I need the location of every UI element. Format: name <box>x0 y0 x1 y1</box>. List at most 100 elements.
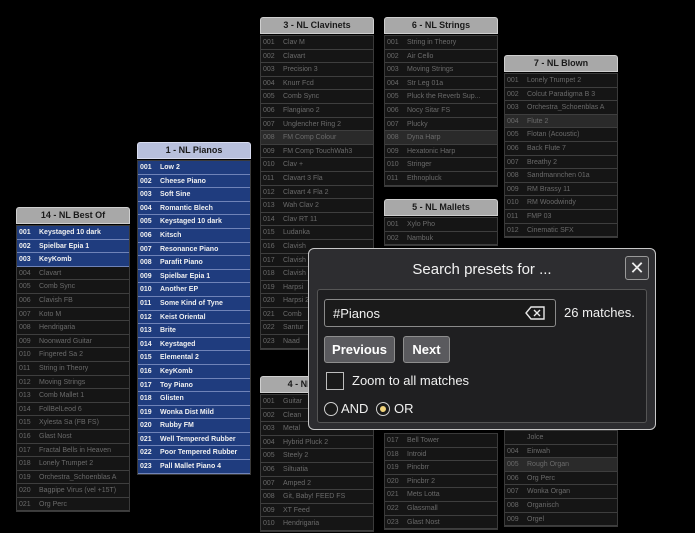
close-button[interactable]: ✕ <box>625 256 649 280</box>
preset-row[interactable]: 010 Clav + <box>261 158 373 172</box>
preset-row[interactable]: 002 Colcut Paradigma B 3 <box>505 87 617 102</box>
preset-row[interactable]: 004 Hybrid Pluck 2 <box>261 435 373 450</box>
preset-row[interactable]: 003 Orchestra_Schoenblas A <box>505 101 617 115</box>
preset-row[interactable]: 003 KeyKomb <box>17 253 129 267</box>
preset-row[interactable]: 006 Siltuatia <box>261 462 373 477</box>
preset-row[interactable]: 007 Resonance Piano <box>138 242 250 257</box>
preset-row[interactable]: 006 Back Flute 7 <box>505 141 617 156</box>
preset-row[interactable]: 015 Ludanka <box>261 226 373 240</box>
column-title[interactable]: 1 - NL Pianos <box>137 142 251 159</box>
preset-row[interactable]: 022 Glassmall <box>385 501 497 516</box>
preset-row[interactable]: 014 Clav RT 11 <box>261 212 373 227</box>
preset-row[interactable]: 001 String in Theory <box>385 36 497 50</box>
preset-row[interactable]: 002 Cheese Piano <box>138 174 250 189</box>
preset-row[interactable]: 010 Stringer <box>385 158 497 172</box>
preset-row[interactable]: 022 Poor Tempered Rubber <box>138 446 250 461</box>
preset-row[interactable]: 002 Air Cello <box>385 49 497 64</box>
preset-row[interactable]: 009 RM Brassy 11 <box>505 182 617 197</box>
preset-row[interactable]: 016 Glast Nost <box>17 429 129 444</box>
preset-row[interactable]: 020 Bagpipe Virus (vel +15T) <box>17 484 129 498</box>
preset-row[interactable]: 010 Another EP <box>138 283 250 297</box>
preset-row[interactable]: 018 Glisten <box>138 392 250 406</box>
preset-row[interactable]: 012 Cinematic SFX <box>505 223 617 238</box>
preset-row[interactable]: 012 Moving Strings <box>17 375 129 390</box>
preset-row[interactable]: 019 Wonka Dist Mild <box>138 405 250 420</box>
preset-row[interactable]: 021 Well Tempered Rubber <box>138 432 250 447</box>
preset-row[interactable]: 005 Pluck the Reverb Sup... <box>385 90 497 104</box>
preset-row[interactable]: 004 Str Leg 01a <box>385 76 497 91</box>
preset-row[interactable]: 005 Rough Organ <box>505 458 617 472</box>
preset-row[interactable]: 014 Keystaged <box>138 337 250 352</box>
column-title[interactable]: 6 - NL Strings <box>384 17 498 34</box>
search-input[interactable]: #Pianos <box>324 299 556 327</box>
preset-row[interactable]: 001 Low 2 <box>138 161 250 175</box>
preset-row[interactable]: 005 Flotan (Acoustic) <box>505 128 617 142</box>
preset-row[interactable]: 006 Kitsch <box>138 228 250 243</box>
preset-row[interactable]: 008 FM Comp Colour <box>261 131 373 145</box>
or-radio[interactable] <box>376 402 390 416</box>
preset-row[interactable]: 007 Unglencher Ring 2 <box>261 117 373 132</box>
preset-row[interactable]: 018 Lonely Trumpet 2 <box>17 457 129 471</box>
preset-row[interactable]: 023 Pall Mallet Piano 4 <box>138 460 250 474</box>
preset-row[interactable]: 007 Breathy 2 <box>505 155 617 170</box>
previous-button[interactable]: Previous <box>324 336 395 363</box>
preset-row[interactable]: 009 Orgel <box>505 512 617 527</box>
preset-row[interactable]: 010 Hendrigaria <box>261 517 373 531</box>
preset-row[interactable]: 006 Clavish FB <box>17 293 129 308</box>
preset-row[interactable]: 003 Precision 3 <box>261 63 373 77</box>
preset-row[interactable]: 023 Glast Nost <box>385 515 497 530</box>
preset-row[interactable]: 001 Xylo Pho <box>385 218 497 232</box>
preset-row[interactable]: 017 Toy Piano <box>138 378 250 393</box>
preset-row[interactable]: 021 Org Perc <box>17 497 129 512</box>
preset-row[interactable]: 008 Sandmannchen 01a <box>505 169 617 183</box>
preset-row[interactable]: 002 Clavart <box>261 49 373 64</box>
preset-row[interactable]: 019 Orchestra_Schoenblas A <box>17 470 129 485</box>
preset-row[interactable]: 001 Clav M <box>261 36 373 50</box>
preset-row[interactable]: 013 Brite <box>138 324 250 338</box>
preset-row[interactable]: 018 Introid <box>385 447 497 462</box>
preset-row[interactable]: 002 Spielbar Epia 1 <box>17 239 129 254</box>
preset-row[interactable]: 011 Some Kind of Tyne <box>138 296 250 311</box>
preset-row[interactable]: 013 Wah Clav 2 <box>261 199 373 213</box>
clear-search-icon[interactable] <box>525 306 545 320</box>
preset-row[interactable]: 019 Pincbrr <box>385 461 497 475</box>
preset-row[interactable]: 003 Soft Sine <box>138 188 250 202</box>
preset-row[interactable]: 007 Amped 2 <box>261 476 373 491</box>
preset-row[interactable]: 001 Lonely Trumpet 2 <box>505 74 617 88</box>
column-title[interactable]: 14 - NL Best Of <box>16 207 130 224</box>
column-title[interactable]: 3 - NL Clavinets <box>260 17 374 34</box>
preset-row[interactable]: Jolce <box>505 431 617 445</box>
preset-row[interactable]: 009 XT Feed <box>261 503 373 518</box>
preset-row[interactable]: 017 Fractal Bells in Heaven <box>17 443 129 458</box>
preset-row[interactable]: 013 Comb Mallet 1 <box>17 389 129 403</box>
preset-row[interactable]: 011 FMP 03 <box>505 209 617 224</box>
preset-row[interactable]: 017 Bell Tower <box>385 434 497 448</box>
preset-row[interactable]: 002 Nambuk <box>385 231 497 246</box>
preset-row[interactable]: 006 Nocy Sitar FS <box>385 103 497 118</box>
preset-row[interactable]: 020 Pincbrr 2 <box>385 474 497 489</box>
preset-row[interactable]: 009 Hexatonic Harp <box>385 144 497 159</box>
preset-row[interactable]: 008 Dyna Harp <box>385 131 497 145</box>
preset-row[interactable]: 005 Steely 2 <box>261 449 373 463</box>
preset-row[interactable]: 007 Plucky <box>385 117 497 132</box>
preset-row[interactable]: 008 Parafit Piano <box>138 256 250 270</box>
preset-row[interactable]: 009 Noonward Guitar <box>17 334 129 349</box>
preset-row[interactable]: 011 Clavart 3 Fla <box>261 171 373 186</box>
preset-row[interactable]: 012 Clavart 4 Fla 2 <box>261 185 373 200</box>
preset-row[interactable]: 004 Knurr Fcd <box>261 76 373 91</box>
preset-row[interactable]: 012 Keist Oriental <box>138 310 250 325</box>
preset-row[interactable]: 008 Organisch <box>505 498 617 513</box>
preset-row[interactable]: 021 Mets Lotta <box>385 488 497 502</box>
preset-row[interactable]: 011 Ethnopluck <box>385 171 497 186</box>
preset-row[interactable]: 005 Comb Sync <box>261 90 373 104</box>
preset-row[interactable]: 004 Romantic Blech <box>138 201 250 216</box>
preset-row[interactable]: 006 Flangiano 2 <box>261 103 373 118</box>
column-title[interactable]: 7 - NL Blown <box>504 55 618 72</box>
preset-row[interactable]: 006 Org Perc <box>505 471 617 486</box>
preset-row[interactable]: 008 Git, Baby! FEED FS <box>261 490 373 504</box>
preset-row[interactable]: 010 RM Woodwindy <box>505 196 617 210</box>
preset-row[interactable]: 004 Flute 2 <box>505 114 617 129</box>
preset-row[interactable]: 008 Hendrigaria <box>17 321 129 335</box>
preset-row[interactable]: 009 Spielbar Epia 1 <box>138 269 250 284</box>
preset-row[interactable]: 014 FollBelLeod 6 <box>17 402 129 417</box>
